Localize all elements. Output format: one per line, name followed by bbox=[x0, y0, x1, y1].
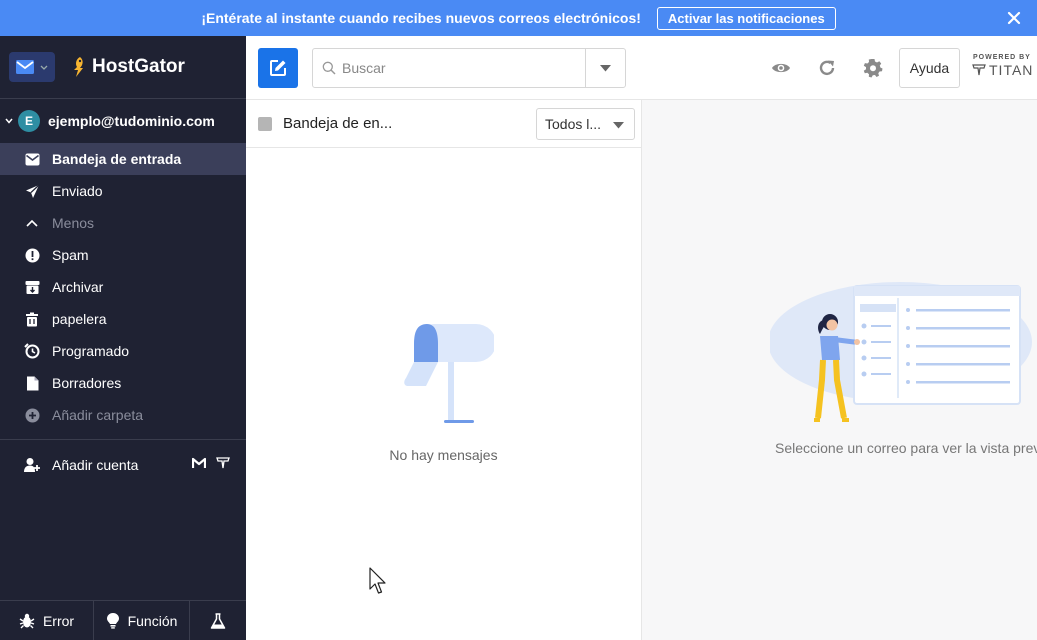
trash-icon bbox=[24, 311, 40, 327]
search-icon bbox=[322, 61, 336, 75]
titan-logo: TITAN bbox=[972, 62, 1033, 78]
sidebar-item-add-folder[interactable]: Añadir carpeta bbox=[0, 399, 246, 431]
sidebar-item-sent[interactable]: Enviado bbox=[0, 175, 246, 207]
empty-state: No hay mensajes bbox=[246, 320, 641, 463]
send-icon bbox=[24, 183, 40, 199]
list-header: Bandeja de en... Todos l... bbox=[246, 100, 641, 148]
spam-icon bbox=[24, 247, 40, 263]
empty-message: No hay mensajes bbox=[389, 447, 498, 463]
archive-icon bbox=[24, 279, 40, 295]
titan-icon[interactable] bbox=[216, 457, 230, 469]
account-header[interactable]: E ejemplo@tudominio.com bbox=[0, 99, 246, 143]
sidebar-item-spam[interactable]: Spam bbox=[0, 239, 246, 271]
gator-icon bbox=[74, 57, 83, 77]
select-all-checkbox[interactable] bbox=[258, 116, 272, 131]
sidebar-item-label: papelera bbox=[52, 311, 107, 327]
caret-down-icon bbox=[613, 122, 624, 129]
flask-icon bbox=[210, 612, 226, 629]
eye-icon[interactable] bbox=[771, 58, 791, 78]
help-button[interactable]: Ayuda bbox=[899, 48, 960, 88]
sidebar: HostGator E ejemplo@tudominio.com Bandej… bbox=[0, 36, 246, 640]
scheduled-icon bbox=[24, 343, 40, 359]
titan-name: TITAN bbox=[989, 62, 1034, 78]
drafts-icon bbox=[24, 375, 40, 391]
filter-value: Todos l... bbox=[545, 116, 602, 132]
account-email: ejemplo@tudominio.com bbox=[48, 113, 215, 129]
preview-pane: Seleccione un correo para ver la vista p… bbox=[642, 100, 1037, 640]
app-switcher[interactable] bbox=[9, 52, 55, 82]
brand-name: HostGator bbox=[92, 56, 185, 77]
caret-down-icon bbox=[600, 64, 611, 71]
sidebar-item-less[interactable]: Menos bbox=[0, 207, 246, 239]
sidebar-item-scheduled[interactable]: Programado bbox=[0, 335, 246, 367]
sidebar-item-label: Borradores bbox=[52, 375, 122, 391]
report-bug-button[interactable]: Error bbox=[0, 601, 94, 640]
enable-notifications-button[interactable]: Activar las notificaciones bbox=[656, 6, 836, 30]
bug-label: Error bbox=[42, 612, 75, 629]
folder-title: Bandeja de en... bbox=[283, 115, 393, 132]
close-icon[interactable] bbox=[1005, 9, 1023, 27]
avatar: E bbox=[18, 110, 40, 132]
sidebar-item-inbox[interactable]: Bandeja de entrada bbox=[0, 143, 246, 175]
sidebar-header: HostGator bbox=[0, 36, 246, 99]
chevron-down-icon bbox=[40, 65, 48, 70]
sidebar-item-label: Enviado bbox=[52, 183, 103, 199]
gmail-icon[interactable] bbox=[192, 457, 206, 469]
sidebar-item-label: Menos bbox=[52, 215, 95, 231]
sidebar-item-drafts[interactable]: Borradores bbox=[0, 367, 246, 399]
provider-icons bbox=[192, 457, 230, 469]
refresh-icon[interactable] bbox=[817, 58, 837, 78]
top-toolbar: Ayuda POWERED BY TITAN bbox=[246, 36, 1037, 100]
inbox-icon bbox=[24, 151, 40, 167]
notification-banner: ¡Entérate al instante cuando recibes nue… bbox=[0, 0, 1037, 36]
chevron-up-icon bbox=[24, 215, 40, 231]
lightbulb-icon bbox=[106, 613, 119, 629]
sidebar-footer: Error Función bbox=[0, 600, 246, 640]
compose-icon bbox=[270, 60, 286, 76]
chevron-down-icon bbox=[5, 118, 13, 124]
bug-icon bbox=[19, 613, 35, 628]
sidebar-item-label: Añadir carpeta bbox=[52, 407, 144, 423]
gear-icon[interactable] bbox=[863, 58, 883, 78]
search-bar bbox=[312, 48, 626, 88]
add-account-button[interactable]: Añadir cuenta bbox=[0, 440, 246, 490]
preview-hint: Seleccione un correo para ver la vista p… bbox=[775, 440, 1037, 456]
sidebar-item-label: Programado bbox=[52, 343, 130, 359]
feature-label: Función bbox=[127, 612, 178, 629]
titan-branding: POWERED BY TITAN bbox=[972, 54, 1033, 78]
add-folder-icon bbox=[24, 407, 40, 423]
reading-illustration bbox=[770, 282, 1032, 422]
titan-logo-icon bbox=[972, 64, 986, 76]
search-input[interactable] bbox=[342, 60, 572, 76]
labs-button[interactable] bbox=[190, 601, 246, 640]
mouse-pointer-icon bbox=[369, 567, 386, 594]
message-list-pane: Bandeja de en... Todos l... No hay mensa… bbox=[246, 100, 642, 640]
sidebar-item-trash[interactable]: papelera bbox=[0, 303, 246, 335]
sidebar-item-label: Archivar bbox=[52, 279, 104, 295]
powered-by-label: POWERED BY bbox=[973, 54, 1031, 61]
sidebar-item-label: Bandeja de entrada bbox=[52, 151, 182, 167]
banner-text: ¡Entérate al instante cuando recibes nue… bbox=[201, 10, 641, 26]
mailbox-icon bbox=[403, 324, 496, 423]
brand-logo: HostGator bbox=[71, 56, 185, 78]
filter-dropdown[interactable]: Todos l... bbox=[536, 108, 635, 140]
search-options-dropdown[interactable] bbox=[585, 49, 625, 87]
feature-request-button[interactable]: Función bbox=[94, 601, 190, 640]
add-account-label: Añadir cuenta bbox=[52, 457, 139, 473]
mail-icon bbox=[16, 60, 34, 74]
sidebar-item-label: Spam bbox=[52, 247, 89, 263]
compose-button[interactable] bbox=[258, 48, 298, 88]
sidebar-item-archive[interactable]: Archivar bbox=[0, 271, 246, 303]
add-user-icon bbox=[24, 458, 40, 472]
